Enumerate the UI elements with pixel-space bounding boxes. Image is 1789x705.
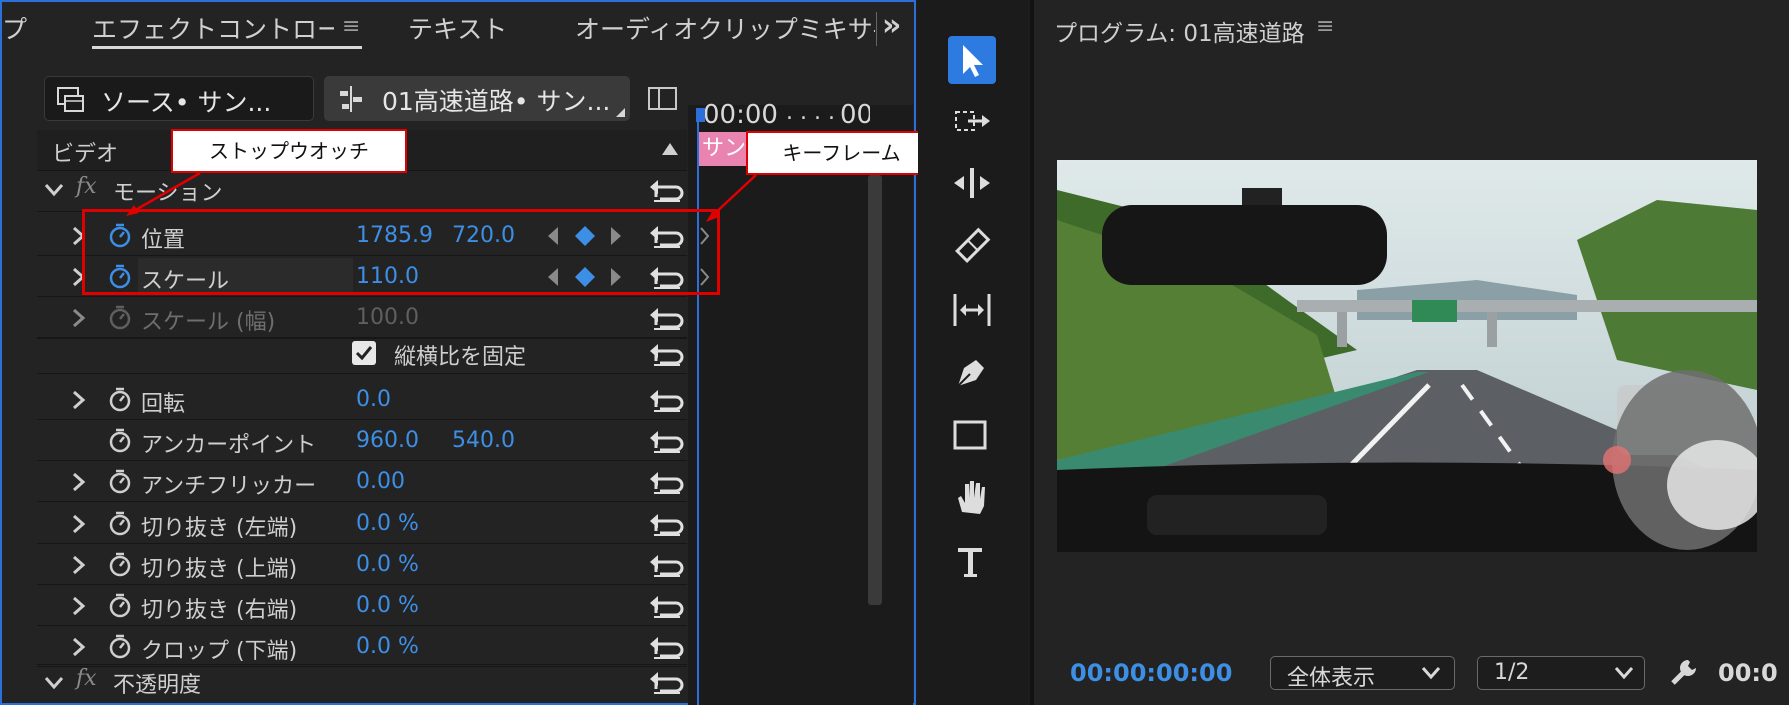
program-duration-timecode: 00:0 [1718, 659, 1778, 687]
hand-tool-icon[interactable] [950, 476, 994, 520]
selection-tool-icon [963, 45, 983, 77]
resolution-dropdown-value: 1/2 [1494, 660, 1530, 685]
program-title: プログラム: 01高速道路 [1054, 21, 1305, 47]
ripple-edit-tool-icon[interactable] [950, 162, 994, 206]
pen-tool-icon[interactable] [950, 350, 994, 394]
keyframe-arrow [711, 174, 757, 217]
zoom-chevron-icon [1421, 667, 1441, 680]
rectangle-tool-icon[interactable] [950, 414, 994, 458]
selection-tool-button[interactable] [948, 36, 996, 84]
type-tool-icon[interactable] [950, 540, 994, 584]
resolution-dropdown[interactable]: 1/2 [1477, 656, 1645, 690]
track-select-tool-icon[interactable] [950, 102, 994, 146]
slip-tool-icon[interactable] [950, 288, 994, 332]
program-video-frame[interactable] [1057, 160, 1757, 552]
stopwatch-arrow [131, 171, 201, 214]
panel-gutter [1030, 0, 1034, 705]
zoom-dropdown[interactable]: 全体表示 [1270, 656, 1455, 691]
zoom-dropdown-value: 全体表示 [1287, 666, 1376, 691]
program-menu-icon[interactable]: ≡ [1316, 14, 1334, 39]
razor-tool-icon[interactable] [950, 224, 994, 268]
video-frame-image [1057, 160, 1757, 552]
settings-wrench-icon[interactable] [1668, 656, 1700, 688]
program-timecode[interactable]: 00:00:00:00 [1070, 659, 1232, 687]
resolution-chevron-icon [1614, 667, 1634, 680]
